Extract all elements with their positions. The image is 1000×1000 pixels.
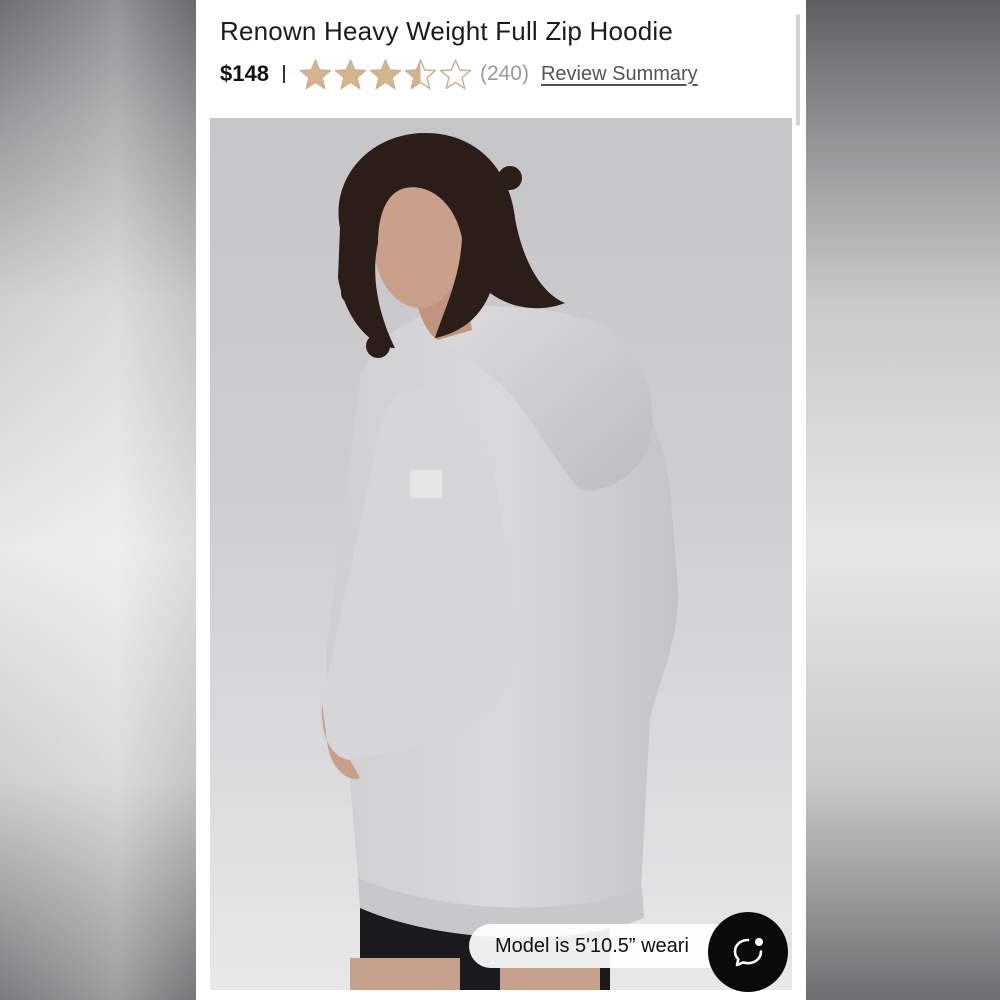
- product-page: Renown Heavy Weight Full Zip Hoodie $148…: [196, 0, 806, 1000]
- star-icon: [404, 58, 437, 89]
- star-icon: [439, 58, 472, 89]
- rating-stars[interactable]: [299, 58, 472, 91]
- model-illustration: [319, 133, 679, 990]
- scrollbar[interactable]: [796, 14, 800, 126]
- chat-button[interactable]: [708, 912, 788, 992]
- review-count[interactable]: (240): [480, 62, 529, 86]
- star-icon: [334, 58, 367, 89]
- model-size-note-text: Model is 5'10.5” weari: [495, 934, 689, 957]
- price-rating-row: $148 (240) Review Summary: [220, 58, 698, 90]
- product-image[interactable]: [210, 118, 792, 990]
- star-icon: [369, 58, 402, 89]
- chat-bubble-icon: [733, 938, 763, 967]
- product-price: $148: [220, 61, 269, 86]
- blurred-backdrop-left: [0, 0, 196, 1000]
- blurred-backdrop-right: [806, 0, 1000, 1000]
- review-summary-link[interactable]: Review Summary: [541, 63, 698, 86]
- product-title: Renown Heavy Weight Full Zip Hoodie: [220, 16, 674, 46]
- divider: [282, 65, 285, 83]
- star-icon: [299, 58, 332, 89]
- model-size-note[interactable]: Model is 5'10.5” weari: [469, 924, 749, 968]
